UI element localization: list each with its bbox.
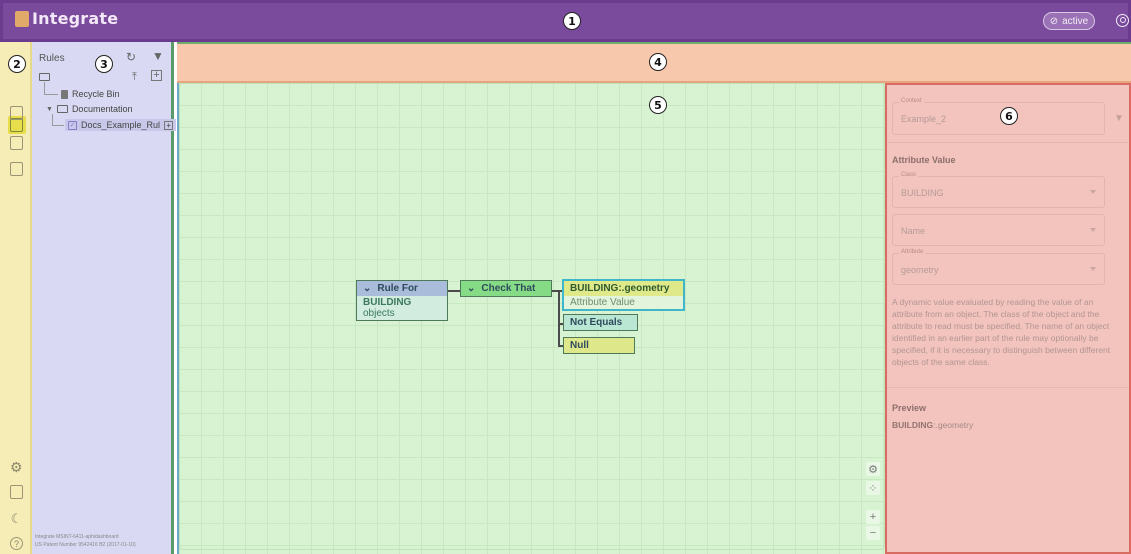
attribute-value: geometry xyxy=(901,265,939,275)
fit-view-icon[interactable]: ⁘ xyxy=(866,481,880,495)
rule-for-class: BUILDING xyxy=(363,297,412,308)
region-marker-1: 1 xyxy=(563,12,581,30)
region-marker-3: 3 xyxy=(95,55,113,73)
media-icon[interactable] xyxy=(10,162,23,176)
filter-icon[interactable]: ▼ xyxy=(152,49,164,63)
tree-item-label: Recycle Bin xyxy=(72,89,120,99)
attribute-node-title: BUILDING:.geometry xyxy=(564,281,683,296)
rule-for-suffix: objects xyxy=(363,308,395,319)
expand-plus-icon[interactable]: + xyxy=(164,120,174,130)
region-marker-5: 5 xyxy=(649,96,667,114)
dark-mode-icon[interactable]: ☾ xyxy=(10,511,23,526)
attribute-description: A dynamic value evaluated by reading the… xyxy=(892,297,1111,367)
name-select[interactable]: Name xyxy=(892,214,1105,246)
check-that-title: Check That xyxy=(481,283,536,294)
tree-item-documentation[interactable]: ▼ Documentation xyxy=(46,104,132,114)
logo-mark-icon xyxy=(15,10,29,27)
app-logo[interactable]: Integrate xyxy=(15,9,118,28)
operator-node[interactable]: Not Equals xyxy=(563,314,638,331)
tree-connector xyxy=(52,125,64,126)
tree-item-recycle-bin[interactable]: Recycle Bin xyxy=(61,89,120,99)
divider xyxy=(887,387,1129,388)
check-that-node[interactable]: ⌄ Check That xyxy=(460,280,552,297)
region-marker-2: 2 xyxy=(8,55,26,73)
tree-connector xyxy=(44,94,58,95)
help-icon[interactable]: ? xyxy=(10,537,23,550)
attribute-value-node[interactable]: BUILDING:.geometry Attribute Value xyxy=(563,280,684,310)
tree-item-label: Documentation xyxy=(71,104,133,114)
rule-canvas[interactable]: ⌄ Rule For BUILDING objects ⌄ Check That… xyxy=(177,83,885,554)
tree-item-label: Docs_Example_Rul xyxy=(81,120,161,130)
refresh-icon[interactable]: ↻ xyxy=(126,50,136,64)
attribute-select[interactable]: Attribute geometry xyxy=(892,249,1105,285)
zoom-out-button[interactable]: − xyxy=(866,526,880,540)
class-label: Class xyxy=(899,172,919,178)
trash-icon xyxy=(61,89,68,99)
preview-attribute: :.geometry xyxy=(933,420,974,430)
context-label: Context xyxy=(899,98,924,104)
layout-settings-icon[interactable]: ⚙ xyxy=(866,462,880,476)
rule-for-title: Rule For xyxy=(377,283,418,294)
status-label: active xyxy=(1062,15,1089,27)
rule-for-header[interactable]: ⌄ Rule For xyxy=(357,281,447,296)
class-value: BUILDING xyxy=(901,188,944,198)
rules-checkbox-icon xyxy=(10,118,23,132)
attribute-node-subtitle: Attribute Value xyxy=(564,296,683,309)
properties-panel: Context Example_2 ▼ Attribute Value Clas… xyxy=(885,83,1131,554)
tree-item-docs-example-rule[interactable]: ✓ Docs_Example_Rul + xyxy=(65,119,177,131)
status-badge[interactable]: ⊘ active xyxy=(1043,12,1095,30)
preview-class: BUILDING xyxy=(892,420,934,430)
divider xyxy=(887,142,1129,143)
patent-text: US Patent Number 9542416 B2 (2017-01-10) xyxy=(35,542,136,548)
context-value: Example_2 xyxy=(901,114,947,124)
rule-icon: ✓ xyxy=(68,120,77,130)
region-marker-4: 4 xyxy=(649,53,667,71)
version-text: Integrate MSINT-6411-aphidashboard xyxy=(35,534,119,540)
name-placeholder: Name xyxy=(901,226,926,236)
upload-icon[interactable]: ⤒ xyxy=(132,71,137,84)
caret-down-icon: ▼ xyxy=(46,105,53,113)
value-node[interactable]: Null xyxy=(563,337,635,354)
connector-line xyxy=(448,290,460,292)
add-rule-icon[interactable]: + xyxy=(151,70,162,81)
preview-title: Preview xyxy=(892,403,927,413)
region-marker-6: 6 xyxy=(1000,107,1018,125)
rule-for-node[interactable]: ⌄ Rule For BUILDING objects xyxy=(356,280,448,321)
chevron-down-icon xyxy=(1090,190,1096,194)
rule-for-subject: BUILDING objects xyxy=(357,296,447,320)
checklist-icon[interactable] xyxy=(10,136,23,150)
rules-panel-title: Rules xyxy=(39,53,65,64)
class-select[interactable]: Class BUILDING xyxy=(892,172,1105,208)
folder-icon xyxy=(56,105,68,113)
bar-chart-icon[interactable] xyxy=(10,485,23,499)
section-title: Attribute Value xyxy=(892,155,956,165)
chevron-down-icon xyxy=(1090,267,1096,271)
chevron-down-icon[interactable]: ⌄ xyxy=(467,283,475,294)
operator-node-title: Not Equals xyxy=(570,317,623,328)
context-field[interactable]: Context Example_2 xyxy=(892,98,1105,135)
document-icon[interactable] xyxy=(10,106,23,120)
preview-value: BUILDING:.geometry xyxy=(892,420,973,430)
chevron-down-icon xyxy=(1090,228,1096,232)
attribute-label: Attribute xyxy=(899,249,926,255)
filter-icon[interactable]: ▼ xyxy=(1114,113,1124,124)
settings-gear-icon[interactable]: ⚙ xyxy=(10,459,23,476)
value-node-title: Null xyxy=(570,340,589,351)
chevron-down-icon[interactable]: ⌄ xyxy=(363,283,371,294)
user-account-icon[interactable] xyxy=(1116,14,1129,27)
canvas-frame xyxy=(179,83,885,550)
zoom-in-button[interactable]: + xyxy=(866,510,880,524)
app-name: Integrate xyxy=(32,9,119,28)
check-circle-icon: ⊘ xyxy=(1049,15,1059,27)
left-icon-rail: ⚙ ☾ ? xyxy=(0,42,32,554)
root-folder-icon[interactable] xyxy=(39,73,50,81)
rules-tree-panel: Rules ↻ ▼ ⤒ + Recycle Bin ▼ Documentatio… xyxy=(32,42,177,554)
check-that-header[interactable]: ⌄ Check That xyxy=(461,281,551,296)
connector-line xyxy=(558,290,560,346)
